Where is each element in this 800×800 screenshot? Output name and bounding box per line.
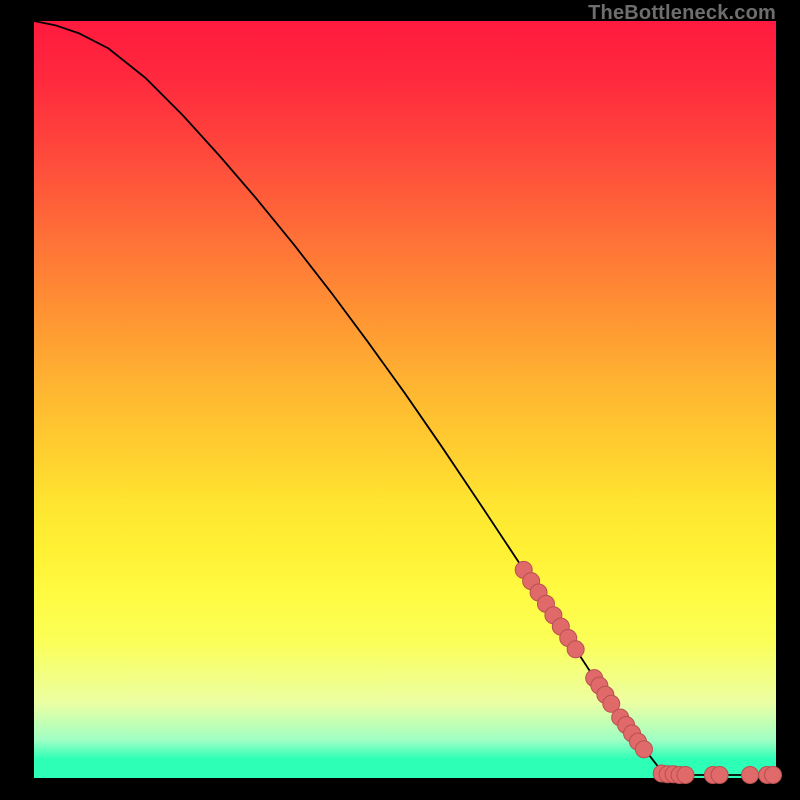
data-point bbox=[677, 766, 694, 783]
data-point bbox=[567, 641, 584, 658]
bottleneck-curve bbox=[34, 21, 776, 775]
data-point bbox=[635, 741, 652, 758]
data-point bbox=[765, 766, 782, 783]
data-point bbox=[711, 766, 728, 783]
data-markers bbox=[515, 561, 781, 783]
chart-svg bbox=[34, 21, 776, 778]
data-point bbox=[742, 766, 759, 783]
